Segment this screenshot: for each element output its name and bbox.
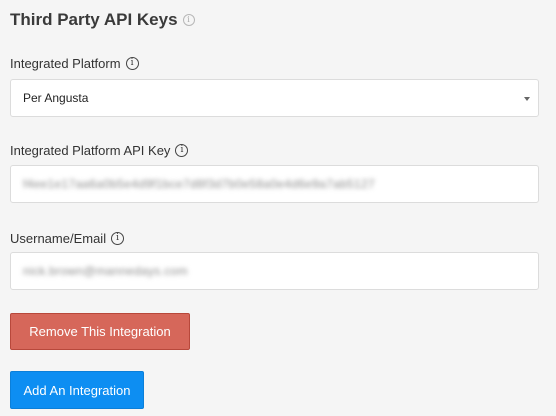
username-value-redacted: nick.brown@mannedays.com: [23, 264, 188, 278]
caret-down-icon: [524, 97, 530, 101]
add-integration-button[interactable]: Add An Integration: [10, 371, 144, 409]
info-icon[interactable]: i: [175, 144, 189, 157]
platform-label: Integrated Platform i: [10, 56, 139, 71]
info-icon[interactable]: i: [125, 57, 139, 70]
info-icon[interactable]: i: [182, 14, 195, 26]
remove-integration-button[interactable]: Remove This Integration: [10, 313, 190, 350]
section-title-text: Third Party API Keys: [10, 10, 178, 29]
api-key-input[interactable]: f4ee1e17aa6a0b5e4d9f1bce7d8f3d7b0e58a0e4…: [10, 165, 539, 203]
section-title: Third Party API Keys i: [10, 10, 195, 30]
api-key-label-text: Integrated Platform API Key: [10, 143, 171, 158]
api-key-value-redacted: f4ee1e17aa6a0b5e4d9f1bce7d8f3d7b0e58a0e4…: [23, 177, 375, 191]
platform-select-value: Per Angusta: [23, 91, 89, 105]
username-label-text: Username/Email: [10, 231, 107, 246]
platform-label-text: Integrated Platform: [10, 56, 121, 71]
username-label: Username/Email i: [10, 231, 125, 246]
api-key-label: Integrated Platform API Key i: [10, 143, 189, 158]
third-party-api-keys-panel: Third Party API Keys i Integrated Platfo…: [0, 0, 556, 416]
username-input[interactable]: nick.brown@mannedays.com: [10, 252, 539, 290]
platform-select[interactable]: Per Angusta: [10, 79, 539, 117]
info-icon[interactable]: i: [111, 232, 125, 245]
